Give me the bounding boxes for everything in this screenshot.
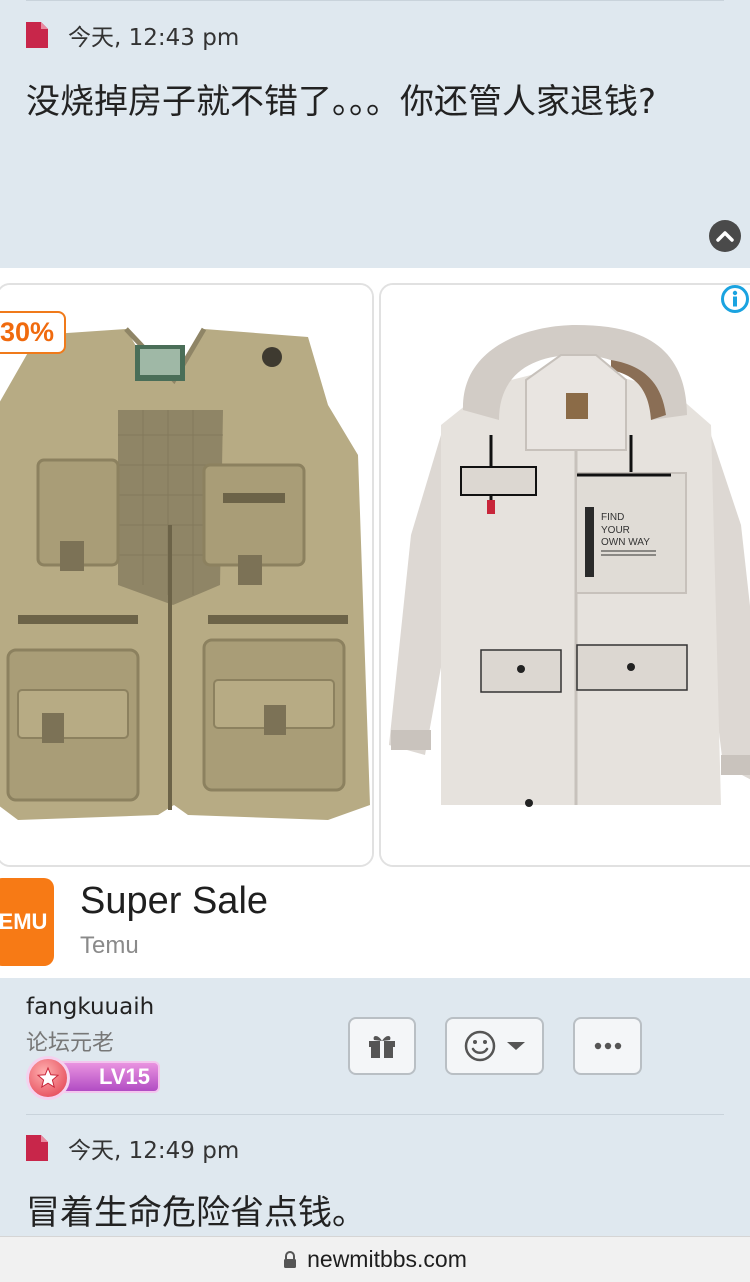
reaction-button[interactable] [445,1017,544,1075]
vest-image [0,285,372,865]
divider [26,0,724,1]
post-timestamp: 今天, 12:43 pm [68,25,240,51]
temu-logo[interactable]: EMU [0,878,54,966]
info-icon[interactable] [720,284,750,314]
divider [26,1114,724,1115]
user-rank: 论坛元老 [26,1031,115,1056]
more-button[interactable] [573,1017,642,1075]
post-body: 没烧掉房子就不错了。。。你还管人家退钱? [26,82,657,122]
more-icon [594,1042,621,1050]
temu-logo-text: EMU [0,909,48,934]
advertisement[interactable]: 30% FIND YOUR OWN WAY EMU Super Sale Tem… [0,268,750,978]
caret-down-icon [506,1042,525,1050]
product-card-vest[interactable]: 30% [0,283,374,867]
post-1-meta: 今天, 12:43 pm [26,18,239,52]
discount-badge: 30% [0,311,67,354]
ad-title[interactable]: Super Sale [80,880,268,923]
jacket-print-2: YOUR [601,525,630,536]
gift-icon [369,1036,395,1058]
browser-url-bar[interactable]: newmitbbs.com [0,1236,750,1282]
jacket-print-3: OWN WAY [601,537,650,548]
document-icon [26,22,48,48]
post-body: 冒着生命危险省点钱。 [26,1193,366,1233]
level-badge: LV15 [26,1056,164,1100]
ad-brand: Temu [80,932,139,959]
document-icon [26,1135,48,1161]
lock-icon [284,1250,297,1268]
product-card-jacket[interactable]: FIND YOUR OWN WAY [379,283,750,867]
post-1: 今天, 12:43 pm 没烧掉房子就不错了。。。你还管人家退钱? [0,0,750,268]
scroll-up-button[interactable] [709,220,741,252]
chevron-up-icon [716,231,734,242]
jacket-image: FIND YOUR OWN WAY [381,285,750,865]
jacket-print-1: FIND [601,512,624,523]
post-2-meta: 今天, 12:49 pm [26,1131,239,1165]
username[interactable]: fangkuuaih [26,994,154,1020]
smiley-icon [464,1030,495,1062]
star-icon [26,1056,70,1100]
post-timestamp: 今天, 12:49 pm [68,1138,240,1164]
url-text: newmitbbs.com [307,1246,467,1272]
gift-button[interactable] [348,1017,416,1075]
